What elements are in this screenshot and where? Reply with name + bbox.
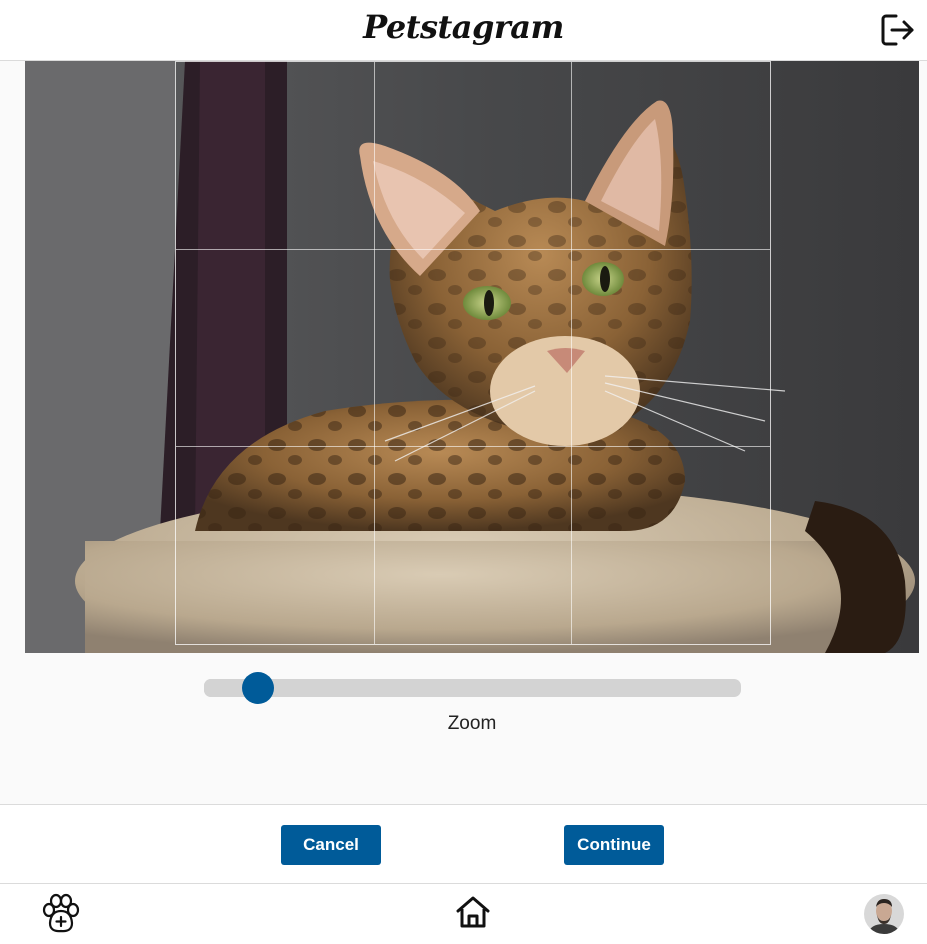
bottom-nav xyxy=(0,884,927,944)
app-logo[interactable]: Petstagram xyxy=(0,8,927,46)
action-bar: Cancel Continue xyxy=(0,804,927,884)
app-root: Petstagram Zoom Cancel Continue xyxy=(0,0,927,944)
paw-plus-icon[interactable] xyxy=(40,893,82,935)
zoom-slider-thumb[interactable] xyxy=(241,672,274,704)
logout-icon[interactable] xyxy=(880,13,916,47)
grid-line xyxy=(176,446,770,447)
avatar[interactable] xyxy=(864,894,904,934)
crop-frame[interactable] xyxy=(175,61,771,645)
continue-button[interactable]: Continue xyxy=(564,825,664,865)
grid-line xyxy=(571,62,572,644)
grid-line xyxy=(176,249,770,250)
zoom-slider[interactable] xyxy=(204,672,741,704)
zoom-label: Zoom xyxy=(447,713,497,734)
home-icon[interactable] xyxy=(455,894,491,930)
cancel-button[interactable]: Cancel xyxy=(281,825,381,865)
image-cropper[interactable] xyxy=(25,61,919,653)
grid-line xyxy=(374,62,375,644)
top-header: Petstagram xyxy=(0,0,927,61)
